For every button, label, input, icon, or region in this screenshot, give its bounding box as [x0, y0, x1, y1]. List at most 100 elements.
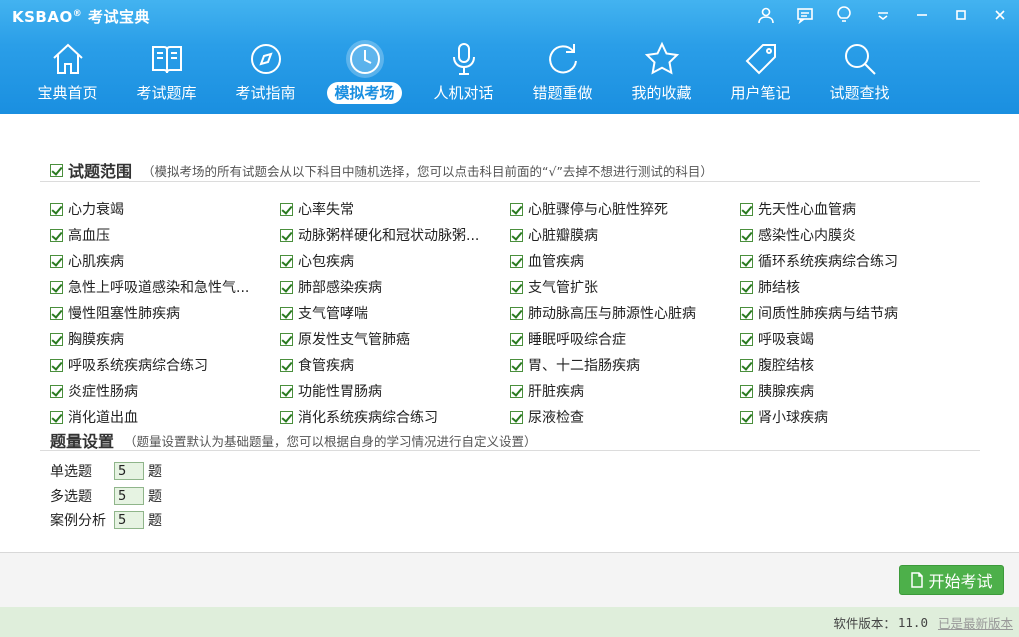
- subject-item[interactable]: 支气管扩张: [510, 274, 740, 300]
- nav-mock-exam[interactable]: 模拟考场: [315, 40, 414, 106]
- subject-checkbox[interactable]: [50, 306, 63, 320]
- subject-item[interactable]: 血管疾病: [510, 248, 740, 274]
- subject-item[interactable]: 胸膜疾病: [50, 326, 280, 352]
- subject-item[interactable]: 先天性心血管病: [740, 196, 980, 222]
- start-exam-button[interactable]: 开始考试: [899, 565, 1004, 595]
- subject-item[interactable]: 睡眠呼吸综合症: [510, 326, 740, 352]
- subject-checkbox[interactable]: [280, 306, 293, 320]
- nav-question-bank[interactable]: 考试题库: [117, 40, 216, 106]
- subject-item[interactable]: 急性上呼吸道感染和急性气...: [50, 274, 280, 300]
- subject-item[interactable]: 心包疾病: [280, 248, 510, 274]
- subject-checkbox[interactable]: [280, 202, 293, 216]
- subject-item[interactable]: 心脏瓣膜病: [510, 222, 740, 248]
- subject-checkbox[interactable]: [740, 332, 753, 346]
- refresh-icon: [548, 44, 577, 74]
- subject-item[interactable]: 肺动脉高压与肺源性心脏病: [510, 300, 740, 326]
- close-icon[interactable]: [980, 0, 1019, 30]
- subject-item[interactable]: 消化系统疾病综合练习: [280, 404, 510, 430]
- subject-checkbox[interactable]: [510, 228, 523, 242]
- subject-checkbox[interactable]: [510, 202, 523, 216]
- subject-item[interactable]: 心脏骤停与心脏性猝死: [510, 196, 740, 222]
- nav-search[interactable]: 试题查找: [810, 40, 909, 106]
- subject-checkbox[interactable]: [510, 332, 523, 346]
- subject-item[interactable]: 感染性心内膜炎: [740, 222, 980, 248]
- subject-item[interactable]: 心率失常: [280, 196, 510, 222]
- subject-checkbox[interactable]: [740, 410, 753, 424]
- subject-item[interactable]: 心力衰竭: [50, 196, 280, 222]
- subject-item[interactable]: 胃、十二指肠疾病: [510, 352, 740, 378]
- case-analysis-count-input[interactable]: [114, 511, 144, 529]
- subject-checkbox[interactable]: [510, 306, 523, 320]
- minimize-icon[interactable]: [902, 0, 941, 30]
- subject-item[interactable]: 动脉粥样硬化和冠状动脉粥...: [280, 222, 510, 248]
- subject-item[interactable]: 消化道出血: [50, 404, 280, 430]
- subject-item[interactable]: 高血压: [50, 222, 280, 248]
- subject-checkbox[interactable]: [50, 332, 63, 346]
- subject-item[interactable]: 支气管哮喘: [280, 300, 510, 326]
- multi-choice-count-input[interactable]: [114, 487, 144, 505]
- subject-item[interactable]: 炎症性肠病: [50, 378, 280, 404]
- single-choice-count-input[interactable]: [114, 462, 144, 480]
- subject-checkbox[interactable]: [280, 254, 293, 268]
- subject-checkbox[interactable]: [280, 358, 293, 372]
- subject-checkbox[interactable]: [50, 202, 63, 216]
- subject-item[interactable]: 功能性胃肠病: [280, 378, 510, 404]
- subject-checkbox[interactable]: [50, 228, 63, 242]
- subject-checkbox[interactable]: [510, 384, 523, 398]
- nav-exam-guide[interactable]: 考试指南: [216, 40, 315, 106]
- subject-checkbox[interactable]: [280, 228, 293, 242]
- nav-favorites[interactable]: 我的收藏: [612, 40, 711, 106]
- subject-item[interactable]: 肺部感染疾病: [280, 274, 510, 300]
- nav-home[interactable]: 宝典首页: [18, 40, 117, 106]
- dropdown-icon[interactable]: [863, 0, 902, 30]
- subject-checkbox[interactable]: [740, 280, 753, 294]
- subject-item[interactable]: 腹腔结核: [740, 352, 980, 378]
- subject-checkbox[interactable]: [740, 254, 753, 268]
- subject-item[interactable]: 间质性肺疾病与结节病: [740, 300, 980, 326]
- subject-checkbox[interactable]: [50, 384, 63, 398]
- user-icon[interactable]: [746, 0, 785, 30]
- subject-checkbox[interactable]: [50, 254, 63, 268]
- subject-item[interactable]: 心肌疾病: [50, 248, 280, 274]
- version-label: 软件版本：: [833, 615, 896, 631]
- nav-notes[interactable]: 用户笔记: [711, 40, 810, 106]
- nav-redo-wrong[interactable]: 错题重做: [513, 40, 612, 106]
- subject-item[interactable]: 慢性阻塞性肺疾病: [50, 300, 280, 326]
- subject-item[interactable]: 循环系统疾病综合练习: [740, 248, 980, 274]
- scope-select-all-checkbox[interactable]: [50, 163, 63, 177]
- subject-item[interactable]: 肺结核: [740, 274, 980, 300]
- subject-checkbox[interactable]: [740, 228, 753, 242]
- nav-dialogue[interactable]: 人机对话: [414, 40, 513, 106]
- subject-checkbox[interactable]: [740, 358, 753, 372]
- subject-checkbox[interactable]: [280, 384, 293, 398]
- subject-checkbox[interactable]: [50, 358, 63, 372]
- subject-checkbox[interactable]: [280, 332, 293, 346]
- subject-item[interactable]: 胰腺疾病: [740, 378, 980, 404]
- subject-checkbox[interactable]: [740, 202, 753, 216]
- subject-item[interactable]: 食管疾病: [280, 352, 510, 378]
- subject-item[interactable]: 肝脏疾病: [510, 378, 740, 404]
- subject-checkbox[interactable]: [740, 306, 753, 320]
- subject-checkbox[interactable]: [510, 254, 523, 268]
- subject-checkbox[interactable]: [740, 384, 753, 398]
- window-controls: [746, 0, 1019, 30]
- subject-checkbox[interactable]: [280, 410, 293, 424]
- subject-checkbox[interactable]: [510, 410, 523, 424]
- document-icon: [911, 572, 924, 588]
- subject-checkbox[interactable]: [510, 358, 523, 372]
- subject-checkbox[interactable]: [50, 280, 63, 294]
- subject-item[interactable]: 呼吸系统疾病综合练习: [50, 352, 280, 378]
- subject-label: 功能性胃肠病: [298, 384, 382, 400]
- message-icon[interactable]: [785, 0, 824, 30]
- subject-checkbox[interactable]: [280, 280, 293, 294]
- subject-item[interactable]: 呼吸衰竭: [740, 326, 980, 352]
- maximize-icon[interactable]: [941, 0, 980, 30]
- subject-item[interactable]: 肾小球疾病: [740, 404, 980, 430]
- subject-checkbox[interactable]: [50, 410, 63, 424]
- subject-checkbox[interactable]: [510, 280, 523, 294]
- nav-label: 我的收藏: [631, 84, 692, 102]
- update-status-link[interactable]: 已是最新版本: [938, 613, 1013, 632]
- subject-item[interactable]: 尿液检查: [510, 404, 740, 430]
- subject-item[interactable]: 原发性支气管肺癌: [280, 326, 510, 352]
- bulb-icon[interactable]: [824, 0, 863, 30]
